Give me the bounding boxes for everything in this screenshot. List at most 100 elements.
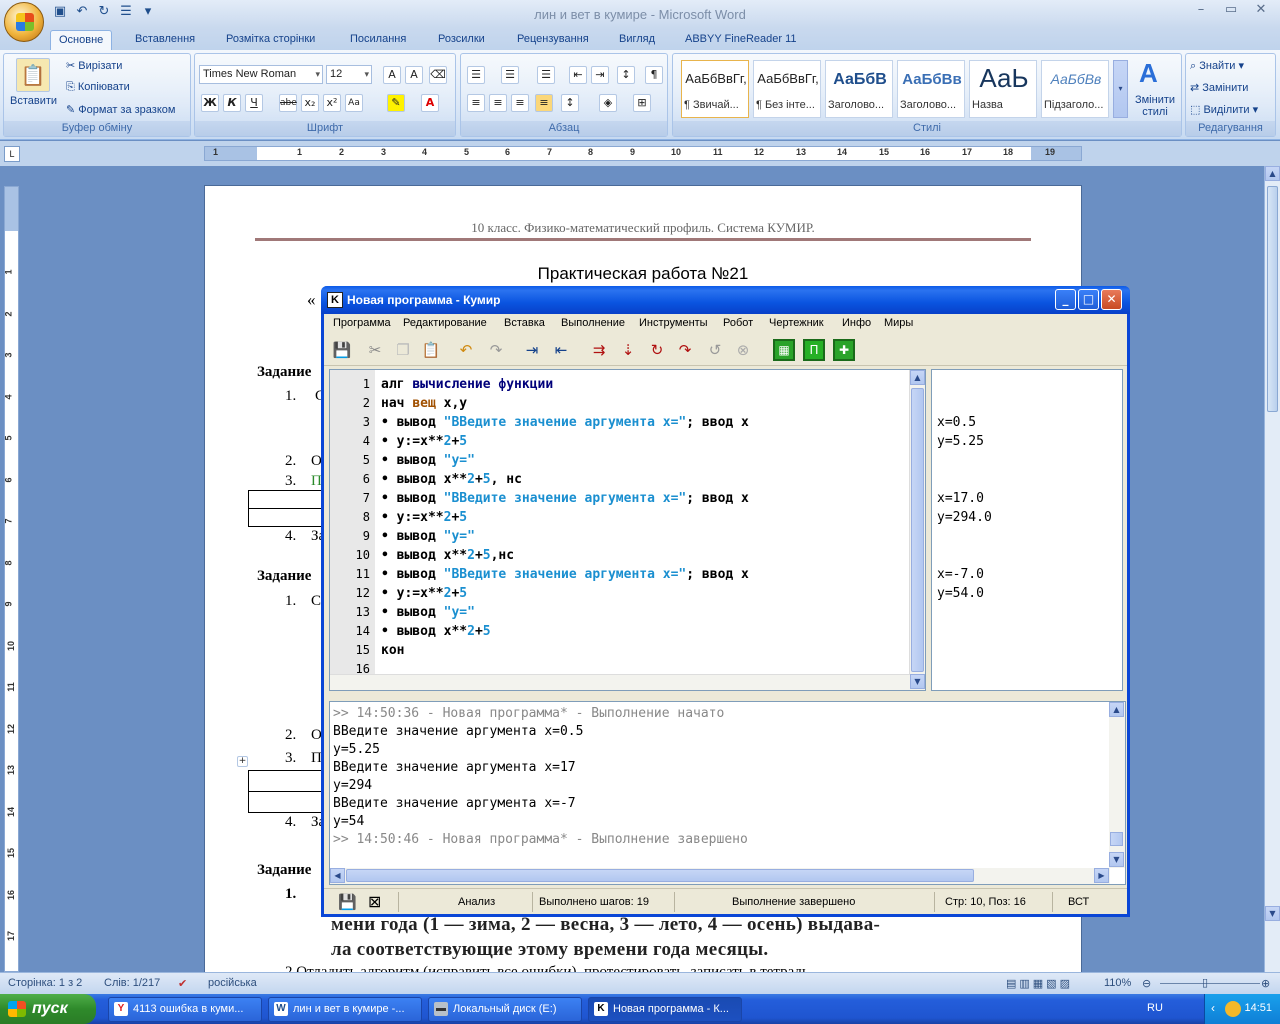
editor-vertical-scrollbar[interactable]: ▲ ▼ — [909, 370, 925, 690]
multilevel-list-icon[interactable]: ☰ — [537, 66, 555, 84]
page-count[interactable]: Сторінка: 1 з 2 — [8, 977, 82, 989]
step-into-icon[interactable]: ↻ — [646, 339, 668, 361]
scroll-thumb[interactable] — [911, 388, 924, 672]
code-line[interactable]: 14 • вывод x**2+5 — [330, 622, 910, 641]
save-icon[interactable]: 💾 — [331, 339, 353, 361]
maximize-icon[interactable]: ▭ — [1218, 2, 1244, 20]
strikethrough-icon[interactable]: abe — [279, 94, 297, 112]
zoom-slider[interactable] — [1160, 983, 1260, 984]
step-out-icon[interactable]: ↷ — [674, 339, 696, 361]
shading-icon[interactable]: ◈ — [599, 94, 617, 112]
proofing-icon[interactable]: ✔ — [178, 977, 187, 990]
tab-mailings[interactable]: Розсилки — [430, 30, 493, 50]
language-status[interactable]: російська — [208, 977, 257, 989]
copy-icon[interactable]: ❐ — [392, 339, 414, 361]
code-line[interactable]: 3 • вывод "ВВедите значение аргумента x="… — [330, 413, 910, 432]
cut-icon[interactable]: ✂ — [364, 339, 386, 361]
menu-tools[interactable]: Инструменты — [639, 317, 708, 329]
tab-review[interactable]: Рецензування — [509, 30, 597, 50]
find-button[interactable]: ⌕ Знайти ▾ — [1190, 59, 1244, 73]
scroll-right-icon[interactable]: ▶ — [1094, 868, 1109, 883]
justify-icon[interactable]: ≡ — [535, 94, 553, 112]
code-line[interactable]: 16 — [330, 660, 910, 679]
minimize-icon[interactable]: _ — [1055, 289, 1076, 310]
taskbar-item-kumir[interactable]: K Новая программа - К... — [588, 997, 742, 1022]
grow-font-icon[interactable]: A — [383, 66, 401, 84]
scroll-thumb[interactable] — [1267, 186, 1278, 412]
scroll-up-icon[interactable]: ▲ — [1265, 166, 1280, 181]
sort-icon[interactable]: ↕ — [617, 66, 635, 84]
code-line[interactable]: 13 • вывод "y=" — [330, 603, 910, 622]
scroll-thumb[interactable] — [1110, 832, 1123, 846]
code-line[interactable]: 4 • y:=x**2+5 — [330, 432, 910, 451]
show-marks-icon[interactable]: ¶ — [645, 66, 663, 84]
console-horizontal-scrollbar[interactable]: ◀ ▶ — [330, 868, 1110, 884]
scroll-up-icon[interactable]: ▲ — [910, 370, 925, 385]
align-left-icon[interactable]: ≡ — [467, 94, 485, 112]
zoom-in-icon[interactable]: ⊕ — [1261, 977, 1270, 990]
menu-program[interactable]: Программа — [333, 317, 391, 329]
code-line[interactable]: 5 • вывод "y=" — [330, 451, 910, 470]
redo-icon[interactable]: ↷ — [485, 339, 507, 361]
menu-run[interactable]: Выполнение — [561, 317, 625, 329]
step-over-icon[interactable]: ⇣ — [617, 339, 639, 361]
tray-arrow-icon[interactable]: ‹ — [1211, 1001, 1215, 1015]
menu-worlds[interactable]: Миры — [884, 317, 913, 329]
paste-button[interactable]: Вставити — [10, 95, 57, 107]
scroll-left-icon[interactable]: ◀ — [330, 868, 345, 883]
line-spacing-icon[interactable]: ↕ — [561, 94, 579, 112]
style-normal[interactable]: АаБбВвГг, ¶ Звичай... — [681, 60, 749, 118]
change-styles-icon[interactable]: A — [1139, 58, 1158, 89]
style-title[interactable]: АаЬ Назва — [969, 60, 1037, 118]
clear-format-icon[interactable]: ⌫ — [429, 66, 447, 84]
output-console[interactable]: ▲ ▼ ◀ ▶ >> 14:50:36 - Новая программа* -… — [329, 701, 1126, 885]
indent-icon[interactable]: ⇥ — [521, 339, 543, 361]
vertical-ruler[interactable]: 1 2 3 4 5 6 7 8 9 10 11 12 13 14 15 16 17 — [4, 186, 19, 972]
style-heading1[interactable]: АаБбВ Заголово... — [825, 60, 893, 118]
code-editor[interactable]: ▲ ▼ 1 алг вычисление функции 2 нач вещ x,y 3… — [329, 369, 926, 691]
code-line[interactable]: 12 • y:=x**2+5 — [330, 584, 910, 603]
taskbar-item-explorer[interactable]: ▬ Локальный диск (E:) — [428, 997, 582, 1022]
replace-button[interactable]: ⇄ Замінити — [1190, 81, 1248, 94]
tab-view[interactable]: Вигляд — [611, 30, 663, 50]
code-line[interactable]: 11 • вывод "ВВедите значение аргумента x=… — [330, 565, 910, 584]
code-line[interactable]: 6 • вывод x**2+5, нс — [330, 470, 910, 489]
select-button[interactable]: ⬚ Виділити ▾ — [1190, 103, 1258, 116]
zoom-slider-thumb[interactable]: ▯ — [1202, 976, 1208, 989]
save-status-icon[interactable]: 💾 — [338, 893, 357, 911]
taskbar-item-browser[interactable]: Y 4113 ошибка в куми... — [108, 997, 262, 1022]
unindent-icon[interactable]: ⇤ — [550, 339, 572, 361]
font-color-icon[interactable]: A — [421, 94, 439, 112]
code-line[interactable]: 9 • вывод "y=" — [330, 527, 910, 546]
font-size-combo[interactable]: 12 — [326, 65, 372, 84]
run-icon[interactable]: ⇉ — [588, 339, 610, 361]
highlight-icon[interactable]: ✎ — [387, 94, 405, 112]
decrease-indent-icon[interactable]: ⇤ — [569, 66, 587, 84]
tab-insert[interactable]: Вставлення — [127, 30, 203, 50]
drawer-world-icon[interactable]: П — [803, 339, 825, 361]
bullets-icon[interactable]: ☰ — [467, 66, 485, 84]
cut-button[interactable]: ✂ Вирізати — [66, 59, 122, 72]
grid-world-icon[interactable]: ✚ — [833, 339, 855, 361]
code-line[interactable]: 2 нач вещ x,y — [330, 394, 910, 413]
numbering-icon[interactable]: ☰ — [501, 66, 519, 84]
style-no-spacing[interactable]: АаБбВвГг, ¶ Без інте... — [753, 60, 821, 118]
clock[interactable]: 14:51 — [1244, 1002, 1272, 1014]
borders-icon[interactable]: ⊞ — [633, 94, 651, 112]
scroll-down-icon[interactable]: ▼ — [1109, 852, 1124, 867]
code-line[interactable]: 7 • вывод "ВВедите значение аргумента x="… — [330, 489, 910, 508]
subscript-icon[interactable]: x₂ — [301, 94, 319, 112]
menu-info[interactable]: Инфо — [842, 317, 871, 329]
style-heading2[interactable]: АаБбВв Заголово... — [897, 60, 965, 118]
maximize-icon[interactable]: □ — [1078, 289, 1099, 310]
start-button[interactable]: пуск — [0, 994, 96, 1024]
styles-scroll-icon[interactable]: ▾ — [1113, 60, 1128, 118]
scroll-down-icon[interactable]: ▼ — [1265, 906, 1280, 921]
office-button[interactable] — [4, 2, 44, 42]
code-line[interactable]: 10 • вывод x**2+5,нс — [330, 546, 910, 565]
increase-indent-icon[interactable]: ⇥ — [591, 66, 609, 84]
close-icon[interactable]: ✕ — [1101, 289, 1122, 310]
keyboard-language[interactable]: RU — [1147, 1002, 1163, 1014]
align-right-icon[interactable]: ≡ — [511, 94, 529, 112]
tab-page-layout[interactable]: Розмітка сторінки — [218, 30, 323, 50]
